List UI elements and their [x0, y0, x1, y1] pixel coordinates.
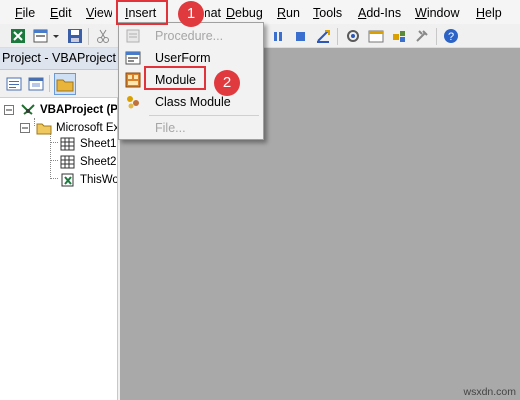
insert-userform-icon[interactable]	[33, 28, 49, 44]
svg-text:?: ?	[448, 31, 454, 43]
folder-icon	[36, 123, 52, 135]
menu-item-procedure[interactable]: Procedure...	[119, 25, 263, 47]
tree-node-microsoft-excel-objects[interactable]: Microsoft Ex	[20, 120, 117, 136]
menu-debug[interactable]: Debug	[226, 4, 263, 22]
menu-bar: File Edit View Insert Format Debug Run T…	[0, 0, 520, 24]
worksheet-icon	[60, 137, 75, 151]
collapse-icon	[4, 105, 14, 115]
toolbar-separator	[88, 28, 89, 45]
menu-view[interactable]: View	[86, 4, 112, 22]
view-code-icon[interactable]	[6, 76, 22, 92]
project-explorer-title: Project - VBAProject	[0, 48, 118, 70]
design-mode-icon[interactable]	[315, 28, 331, 44]
menu-run[interactable]: Run	[277, 4, 300, 22]
collapse-icon	[20, 123, 30, 133]
project-tree: VBAProject (P Microsoft Ex Sheet1 (Ter S…	[0, 98, 118, 400]
menu-item-class-module[interactable]: Class Module	[119, 91, 263, 113]
tree-node-sheet2[interactable]: Sheet2 (Da	[60, 154, 117, 170]
save-icon[interactable]	[67, 28, 83, 44]
tree-node-sheet1[interactable]: Sheet1 (Ter	[60, 136, 117, 152]
menu-item-file[interactable]: File...	[119, 117, 263, 139]
module-icon	[125, 72, 141, 88]
tree-node-thisworkbook[interactable]: ThisWorkbo	[60, 172, 117, 188]
module-item-highlight	[144, 66, 206, 90]
insert-menu-highlight	[116, 0, 168, 25]
menu-format[interactable]: Format	[205, 4, 221, 22]
toolbar-separator	[337, 28, 338, 45]
tree-node-vbaproject[interactable]: VBAProject (P	[4, 102, 117, 118]
properties-window-icon[interactable]	[368, 28, 384, 44]
menu-file[interactable]: File	[15, 4, 35, 22]
object-browser-icon[interactable]	[391, 28, 407, 44]
workbook-icon	[61, 173, 74, 187]
worksheet-icon	[60, 155, 75, 169]
dropdown-arrow-icon[interactable]	[52, 28, 60, 44]
help-icon[interactable]: ?	[443, 28, 459, 44]
toolbar-separator	[436, 28, 437, 45]
project-explorer-toolbar	[0, 70, 118, 98]
toolbar-separator	[49, 75, 50, 92]
class-module-icon	[127, 96, 139, 109]
pause-icon[interactable]	[270, 28, 286, 44]
view-object-icon[interactable]	[28, 76, 44, 92]
project-explorer-icon[interactable]	[345, 28, 361, 44]
menu-add-ins[interactable]: Add-Ins	[358, 4, 401, 22]
vba-project-icon	[21, 104, 35, 115]
step-2-badge: 2	[214, 70, 240, 96]
menu-separator	[149, 115, 259, 116]
toolbox-icon[interactable]	[414, 28, 430, 44]
menu-tools[interactable]: Tools	[313, 4, 342, 22]
menu-help[interactable]: Help	[476, 4, 502, 22]
watermark: wsxdn.com	[463, 386, 516, 398]
cut-icon[interactable]	[95, 28, 111, 44]
userform-icon	[125, 51, 141, 65]
procedure-icon	[126, 29, 140, 43]
excel-view-icon[interactable]	[10, 28, 26, 44]
folder-icon	[56, 79, 74, 92]
menu-window[interactable]: Window	[415, 4, 459, 22]
step-1-badge: 1	[178, 1, 204, 27]
menu-edit[interactable]: Edit	[50, 4, 72, 22]
stop-icon[interactable]	[292, 28, 308, 44]
toggle-folders-button[interactable]	[54, 73, 76, 95]
